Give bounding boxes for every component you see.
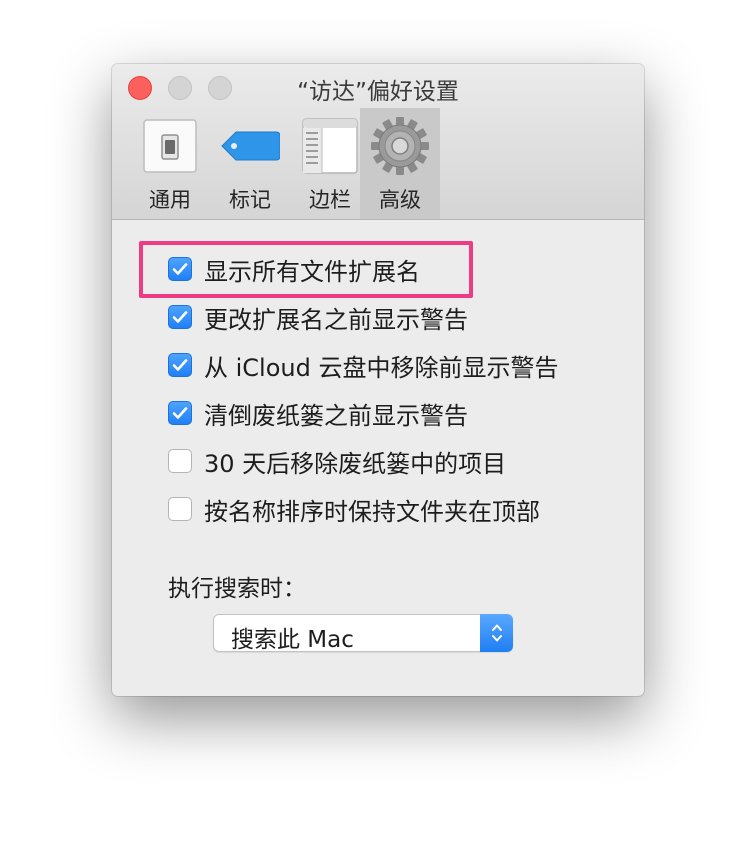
checkmark-icon <box>172 311 188 323</box>
checkbox[interactable] <box>168 305 192 329</box>
option-remove-trash-after-30-days[interactable]: 30 天后移除废纸篓中的项目 <box>168 446 507 478</box>
popup-stepper[interactable] <box>480 614 513 652</box>
option-label: 更改扩展名之前显示警告 <box>204 305 468 334</box>
up-down-chevron-icon <box>491 624 502 642</box>
sidebar-icon <box>302 118 358 174</box>
toolbar: “访达”偏好设置 通用 标记 边栏 高级 <box>112 64 644 220</box>
tab-tags[interactable]: 标记 <box>210 108 290 219</box>
option-warn-before-extension-change[interactable]: 更改扩展名之前显示警告 <box>168 302 468 334</box>
advanced-pane: 显示所有文件扩展名 更改扩展名之前显示警告 从 iCloud 云盘中移除前显示警… <box>112 220 644 696</box>
checkmark-icon <box>172 407 188 419</box>
checkbox[interactable] <box>168 353 192 377</box>
option-label: 显示所有文件扩展名 <box>204 257 420 286</box>
option-label: 清倒废纸篓之前显示警告 <box>204 401 468 430</box>
window-title: “访达”偏好设置 <box>297 79 459 105</box>
preferences-window: “访达”偏好设置 通用 标记 边栏 高级 显示所有文件扩展名 更改扩展名之前显示… <box>112 64 644 696</box>
tab-label: 高级 <box>379 188 421 212</box>
checkbox[interactable] <box>168 497 192 521</box>
tab-label: 通用 <box>149 188 191 212</box>
tab-label: 边栏 <box>309 188 351 212</box>
tab-advanced[interactable]: 高级 <box>360 108 440 219</box>
switch-icon <box>143 119 197 173</box>
search-scope-label: 执行搜索时： <box>168 576 306 602</box>
gear-icon <box>371 117 429 175</box>
option-keep-folders-on-top[interactable]: 按名称排序时保持文件夹在顶部 <box>168 494 540 526</box>
checkbox[interactable] <box>168 257 192 281</box>
tab-general[interactable]: 通用 <box>130 108 210 219</box>
option-warn-before-icloud-removal[interactable]: 从 iCloud 云盘中移除前显示警告 <box>168 350 559 382</box>
popup-value: 搜索此 Mac <box>231 627 354 653</box>
checkbox[interactable] <box>168 401 192 425</box>
tab-sidebar[interactable]: 边栏 <box>290 108 370 219</box>
option-warn-before-empty-trash[interactable]: 清倒废纸篓之前显示警告 <box>168 398 468 430</box>
option-label: 按名称排序时保持文件夹在顶部 <box>204 497 540 526</box>
tab-label: 标记 <box>229 188 271 212</box>
option-label: 30 天后移除废纸篓中的项目 <box>204 449 507 478</box>
tag-icon <box>221 131 280 161</box>
option-show-all-extensions[interactable]: 显示所有文件扩展名 <box>168 254 420 286</box>
checkbox[interactable] <box>168 449 192 473</box>
search-scope-popup[interactable]: 搜索此 Mac <box>213 614 513 653</box>
checkmark-icon <box>172 359 188 371</box>
option-label: 从 iCloud 云盘中移除前显示警告 <box>204 353 559 382</box>
checkmark-icon <box>172 263 188 275</box>
